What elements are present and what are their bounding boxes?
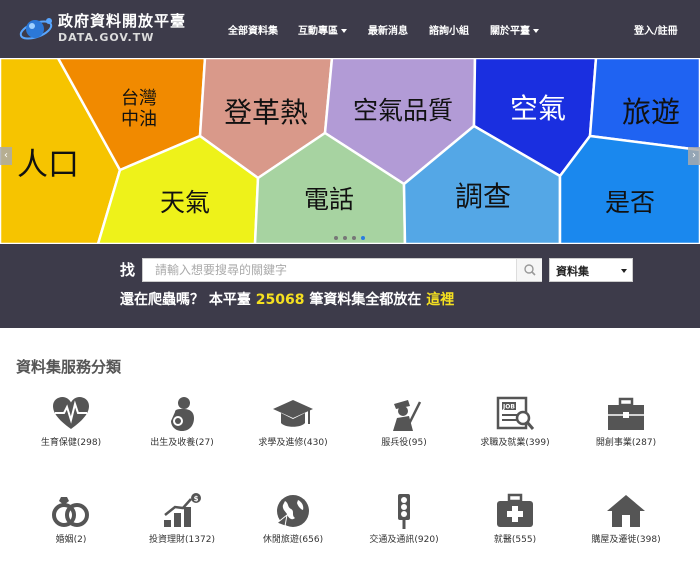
svg-text:$: $	[194, 495, 199, 503]
category-label: 求職及就業(399)	[480, 438, 550, 448]
carousel-dot[interactable]	[352, 236, 356, 240]
category-maternal-health[interactable]: 生育保健(298)	[16, 396, 126, 448]
search-section	[0, 244, 700, 328]
briefcase-icon	[608, 397, 644, 430]
nav-all-datasets[interactable]: 全部資料集	[228, 22, 278, 37]
keyword-mosaic: 人口 台灣 中油 登革熱 空氣品質 空氣 旅遊 天氣 電話 調查 是否	[0, 58, 700, 244]
search-type-value: 資料集	[556, 265, 589, 278]
tile-air-label: 空氣	[510, 93, 566, 124]
tile-population-label: 人口	[17, 147, 79, 182]
category-label: 求學及進修(430)	[258, 438, 328, 448]
nav-advisory-label: 諮詢小組	[429, 26, 469, 37]
category-military[interactable]: 服兵役(95)	[349, 396, 459, 448]
site-logo-icon[interactable]	[18, 10, 54, 46]
tile-phone-label: 電話	[304, 186, 354, 214]
category-marriage[interactable]: 婚姻(2)	[16, 493, 126, 545]
search-type-select[interactable]: 資料集	[549, 258, 633, 282]
search-button[interactable]	[516, 259, 542, 281]
category-birth-adoption[interactable]: 出生及收養(27)	[127, 396, 237, 448]
soldier-icon	[393, 400, 422, 431]
site-subtitle[interactable]: DATA.GOV.TW	[58, 31, 154, 44]
carousel-indicators	[326, 234, 374, 242]
heart-pulse-icon	[53, 397, 89, 429]
category-label: 就醫(555)	[493, 535, 537, 545]
chevron-down-icon	[341, 29, 347, 33]
tile-survey-label: 調查	[455, 181, 511, 212]
traffic-light-icon	[398, 494, 410, 529]
growth-chart-icon: $	[164, 493, 201, 527]
svg-text:JOB: JOB	[502, 404, 515, 411]
category-education[interactable]: 求學及進修(430)	[238, 396, 348, 448]
nav-about-label: 關於平臺	[490, 26, 530, 37]
category-label: 婚姻(2)	[55, 535, 87, 545]
search-label: 找	[120, 261, 136, 279]
job-newspaper-icon: JOB	[496, 396, 535, 430]
tile-travel-label: 旅遊	[622, 96, 680, 129]
category-label: 開創事業(287)	[595, 438, 657, 448]
globe-icon	[276, 495, 309, 527]
tile-cpc-label-1: 台灣	[121, 88, 157, 108]
category-transport[interactable]: 交通及通訊(920)	[349, 493, 459, 545]
category-housing[interactable]: 購屋及遷徙(398)	[571, 493, 681, 545]
carousel-dot[interactable]	[361, 236, 365, 240]
rings-icon	[52, 497, 89, 527]
tile-weather-label: 天氣	[160, 189, 210, 217]
tile-yes-no-label: 是否	[605, 189, 655, 217]
graduation-cap-icon	[273, 400, 313, 427]
category-leisure-travel[interactable]: 休閒旅遊(656)	[238, 493, 348, 545]
category-medical[interactable]: 就醫(555)	[460, 493, 570, 545]
nav-news-label: 最新消息	[368, 26, 408, 37]
category-label: 出生及收養(27)	[150, 438, 214, 448]
medical-kit-icon	[497, 493, 533, 527]
carousel-next-icon[interactable]: ›	[688, 147, 700, 165]
carousel-dot[interactable]	[334, 236, 338, 240]
category-label: 服兵役(95)	[381, 438, 427, 448]
nav-news[interactable]: 最新消息	[368, 22, 408, 37]
nav-advisory[interactable]: 諮詢小組	[429, 22, 469, 37]
tile-dengue-label: 登革熱	[224, 97, 308, 128]
tagline-prefix: 還在爬蟲嗎？ 本平臺	[120, 292, 251, 308]
nav-interactive[interactable]: 互動專區	[298, 22, 347, 37]
tile-cpc-label-2: 中油	[121, 109, 157, 129]
category-label: 休閒旅遊(656)	[262, 535, 324, 545]
carousel-dot[interactable]	[343, 236, 347, 240]
tagline-mid: 筆資料集全都放在	[309, 292, 422, 308]
tagline-link[interactable]: 這裡	[426, 292, 454, 308]
chevron-down-icon	[533, 29, 539, 33]
category-label: 交通及通訊(920)	[369, 535, 439, 545]
tagline: 還在爬蟲嗎？ 本平臺 25068 筆資料集全都放在 這裡	[120, 289, 454, 309]
login-link[interactable]: 登入/註冊	[634, 22, 678, 37]
dataset-count: 25068	[255, 292, 305, 308]
site-title[interactable]: 政府資料開放平臺	[58, 10, 186, 31]
category-label: 投資理財(1372)	[149, 535, 215, 545]
tile-air-quality-label: 空氣品質	[353, 97, 453, 125]
category-employment[interactable]: JOB 求職及就業(399)	[460, 396, 570, 448]
nav-interactive-label: 互動專區	[298, 26, 338, 37]
category-label: 生育保健(298)	[40, 438, 102, 448]
house-icon	[607, 495, 645, 527]
categories-title: 資料集服務分類	[16, 358, 122, 376]
chevron-down-icon	[621, 269, 627, 273]
hero-carousel[interactable]: 人口 台灣 中油 登革熱 空氣品質 空氣 旅遊 天氣 電話 調查 是否	[0, 58, 700, 244]
category-investment[interactable]: $ 投資理財(1372)	[127, 493, 237, 545]
nav-about[interactable]: 關於平臺	[490, 22, 539, 37]
search-input[interactable]	[143, 259, 515, 281]
search-icon	[524, 264, 536, 276]
nav-all-datasets-label: 全部資料集	[228, 26, 278, 37]
carousel-prev-icon[interactable]: ‹	[0, 147, 12, 165]
category-entrepreneurship[interactable]: 開創事業(287)	[571, 396, 681, 448]
category-label: 購屋及遷徙(398)	[591, 535, 661, 545]
search-box	[142, 258, 542, 282]
baby-icon	[171, 397, 194, 431]
top-navbar: 政府資料開放平臺 DATA.GOV.TW 全部資料集 互動專區 最新消息 諮詢小…	[0, 0, 700, 58]
